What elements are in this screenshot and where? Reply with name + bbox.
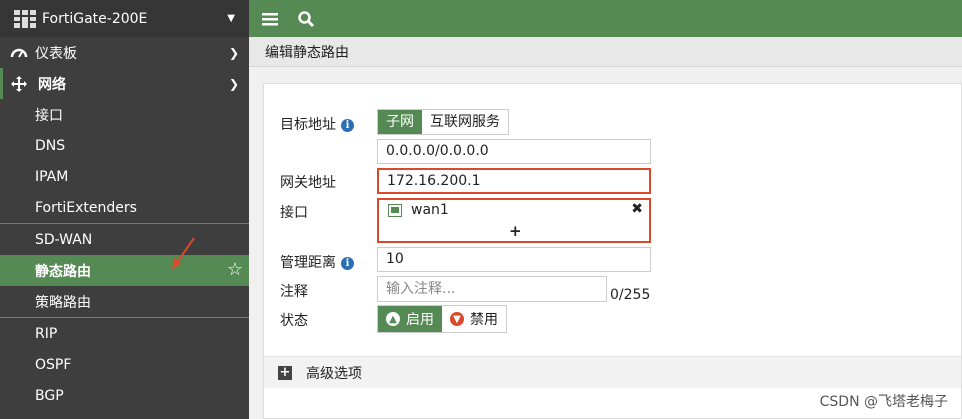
sidebar: FortiGate-200E ▼ 仪表板 ❯ 网络 ❯ 接口 DNS IPAM … [0, 0, 249, 419]
chevron-down-icon: ❯ [228, 76, 239, 91]
status-disable-button[interactable]: ▼ 禁用 [442, 306, 506, 332]
info-icon[interactable]: i [341, 119, 354, 132]
add-interface-icon[interactable]: + [509, 222, 522, 240]
fortigate-logo-icon [14, 9, 36, 28]
distance-label: 管理距离 i [280, 252, 354, 272]
advanced-options-toggle[interactable]: + 高级选项 [264, 356, 961, 388]
sidebar-item-label: OSPF [35, 356, 72, 373]
sidebar-item-dashboard[interactable]: 仪表板 ❯ [0, 37, 249, 68]
chevron-right-icon: ❯ [228, 45, 239, 60]
sidebar-item-label: FortiExtenders [35, 199, 137, 216]
network-arrows-icon [11, 76, 27, 92]
arrow-up-circle-icon: ▲ [386, 312, 400, 326]
distance-input[interactable]: 10 [377, 247, 651, 272]
interface-label: 接口 [280, 205, 308, 221]
status-label: 状态 [280, 313, 308, 329]
sidebar-item-label: 仪表板 [35, 45, 77, 62]
sidebar-item-label: 策略路由 [35, 294, 91, 311]
page-title: 编辑静态路由 [249, 37, 962, 67]
info-icon[interactable]: i [341, 257, 354, 270]
sidebar-item-policy-routes[interactable]: 策略路由 [0, 286, 249, 317]
watermark: CSDN @飞塔老梅子 [819, 394, 948, 410]
tab-subnet[interactable]: 子网 [378, 110, 422, 134]
arrow-down-circle-icon: ▼ [450, 312, 464, 326]
sidebar-item-label: DNS [35, 137, 66, 154]
sidebar-item-fortiextenders[interactable]: FortiExtenders [0, 192, 249, 223]
edit-static-route-form: 目标地址 i 子网 互联网服务 0.0.0.0/0.0.0.0 网关地址 172.… [263, 83, 962, 419]
interface-value: wan1 [411, 202, 449, 218]
sidebar-item-ospf[interactable]: OSPF [0, 349, 249, 380]
comment-counter: 0/255 [610, 287, 651, 303]
destination-label: 目标地址 i [280, 114, 354, 134]
comment-label: 注释 [280, 284, 308, 300]
gateway-input[interactable]: 172.16.200.1 [377, 168, 651, 194]
destination-input[interactable]: 0.0.0.0/0.0.0.0 [377, 139, 651, 164]
gateway-label: 网关地址 [280, 175, 336, 191]
comment-textarea[interactable]: 输入注释... [377, 276, 607, 302]
sidebar-item-interfaces[interactable]: 接口 [0, 99, 249, 130]
tab-internet-service[interactable]: 互联网服务 [422, 110, 508, 134]
sidebar-item-label: 网络 [38, 76, 66, 93]
sidebar-item-sd-wan[interactable]: SD-WAN [0, 224, 249, 255]
sidebar-item-bgp[interactable]: BGP [0, 380, 249, 411]
port-icon [388, 204, 402, 217]
star-icon[interactable]: ☆ [227, 259, 243, 280]
interface-selector[interactable]: wan1 ✖ + [377, 198, 651, 243]
top-bar [249, 0, 962, 37]
device-switcher[interactable]: FortiGate-200E ▼ [0, 0, 249, 37]
status-toggle: ▲ 启用 ▼ 禁用 [377, 305, 507, 333]
sidebar-item-label: IPAM [35, 168, 69, 185]
annotation-arrow-icon [172, 237, 195, 270]
sidebar-item-ipam[interactable]: IPAM [0, 161, 249, 192]
remove-icon[interactable]: ✖ [631, 201, 643, 217]
sidebar-item-label: 接口 [35, 107, 63, 124]
dashboard-icon [10, 48, 28, 58]
status-enable-button[interactable]: ▲ 启用 [378, 306, 442, 332]
sidebar-item-label: BGP [35, 387, 64, 404]
sidebar-item-label: SD-WAN [35, 231, 93, 248]
sidebar-item-rip[interactable]: RIP [0, 318, 249, 349]
sidebar-item-static-routes[interactable]: 静态路由 ☆ [0, 255, 249, 286]
search-icon[interactable] [297, 10, 315, 28]
sidebar-item-network[interactable]: 网络 ❯ [0, 68, 249, 99]
device-name: FortiGate-200E [42, 10, 148, 27]
menu-icon[interactable] [261, 10, 279, 28]
caret-down-icon[interactable]: ▼ [227, 13, 235, 24]
sidebar-item-dns[interactable]: DNS [0, 130, 249, 161]
sidebar-item-label: RIP [35, 325, 58, 342]
destination-type-toggle: 子网 互联网服务 [377, 109, 509, 135]
sidebar-item-label: 静态路由 [35, 263, 91, 280]
plus-square-icon: + [278, 364, 292, 380]
